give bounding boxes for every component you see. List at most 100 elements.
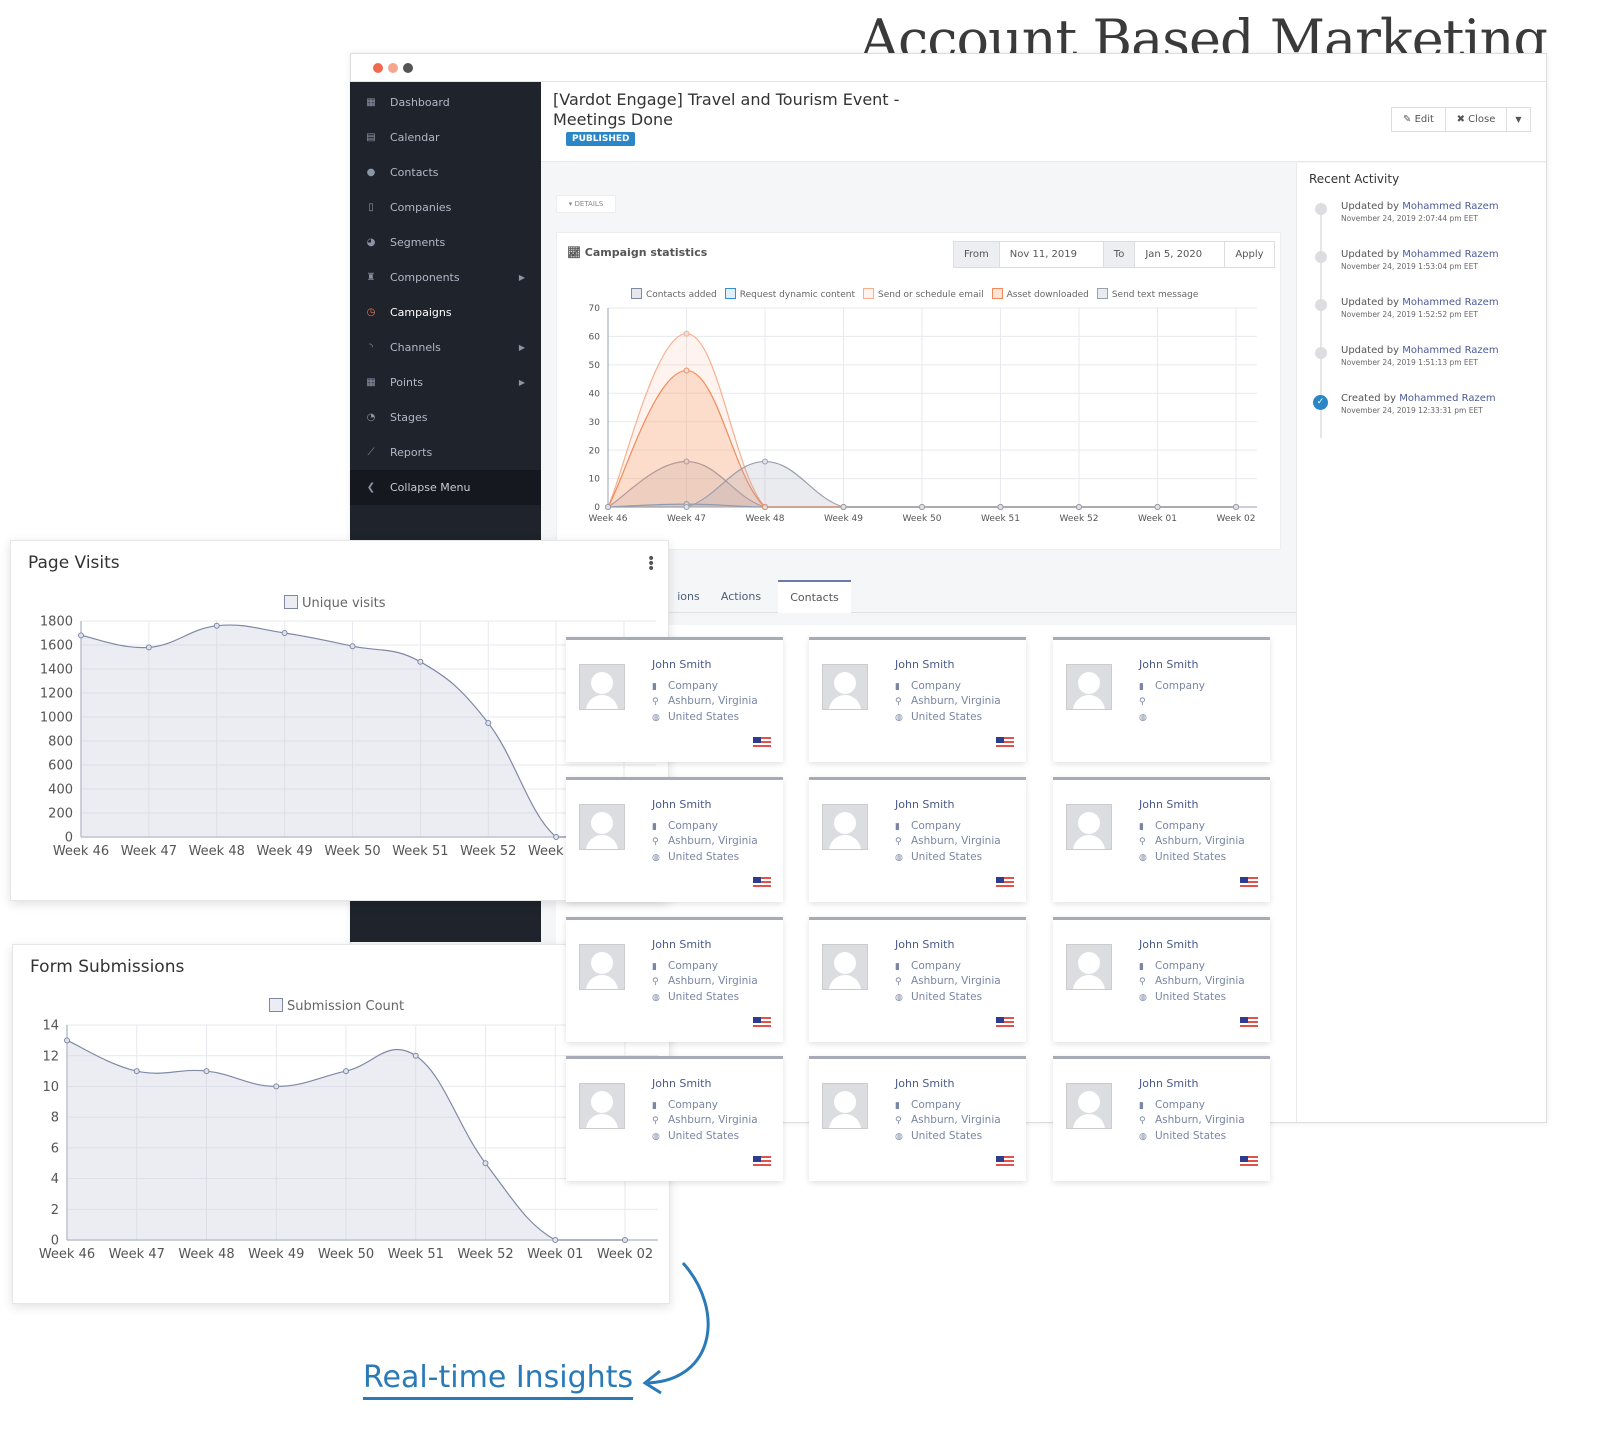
contact-name[interactable]: John Smith (652, 798, 711, 811)
sidebar-item-companies[interactable]: ▯ Companies (350, 190, 541, 225)
collapse-menu-button[interactable]: ❮ Collapse Menu (350, 470, 541, 505)
data-point[interactable] (78, 632, 84, 639)
avatar (579, 804, 625, 850)
contact-country: ◍ United States (895, 711, 983, 723)
sidebar-item-calendar[interactable]: ▤ Calendar (350, 120, 541, 155)
data-point[interactable] (1233, 504, 1239, 510)
data-point[interactable] (762, 458, 768, 465)
contact-name[interactable]: John Smith (895, 1077, 954, 1090)
sidebar-item-components[interactable]: ♜ Components ▶ (350, 260, 541, 295)
activity-user-link[interactable]: Mohammed Razem (1402, 201, 1498, 212)
contact-card[interactable]: John Smith ▮ Company ⚲ Ashburn, Virginia ◍ Uni… (566, 917, 783, 1042)
activity-timestamp: November 24, 2019 1:53:04 pm EET (1341, 262, 1478, 271)
tab-ions[interactable]: ions (666, 580, 711, 613)
sidebar-item-channels[interactable]: ◝ Channels ▶ (350, 330, 541, 365)
contact-card[interactable]: John Smith ▮ Company ⚲ Ashburn, Virginia ◍ Uni… (1053, 917, 1270, 1042)
data-point[interactable] (605, 504, 611, 510)
contact-name[interactable]: John Smith (652, 658, 711, 671)
contact-name[interactable]: John Smith (895, 658, 954, 671)
timeline-dot (1315, 299, 1327, 311)
contact-location: ⚲ Ashburn, Virginia (1139, 835, 1245, 847)
data-point[interactable] (213, 622, 220, 629)
map-marker-icon: ⚲ (652, 1116, 659, 1126)
data-point[interactable] (273, 1083, 280, 1090)
data-point[interactable] (683, 330, 690, 337)
sidebar-item-segments[interactable]: ◕ Segments (350, 225, 541, 260)
data-point[interactable] (203, 1068, 210, 1075)
data-point[interactable] (349, 643, 356, 650)
contact-card[interactable]: John Smith ▮ Company ⚲ Ashburn, Virginia ◍ Uni… (809, 777, 1026, 902)
minimize-dot[interactable] (388, 63, 398, 73)
contact-name[interactable]: John Smith (895, 798, 954, 811)
data-point[interactable] (64, 1037, 70, 1044)
window-titlebar (351, 54, 1546, 82)
contact-card[interactable]: John Smith ▮ Company ⚲ ◍ (1053, 637, 1270, 762)
data-point[interactable] (622, 1237, 628, 1243)
x-tick-label: Week 46 (39, 1247, 95, 1262)
activity-user-link[interactable]: Mohammed Razem (1402, 345, 1498, 356)
data-point[interactable] (281, 630, 288, 636)
details-toggle[interactable]: ▾ DETAILS (556, 195, 616, 213)
us-flag-icon (1240, 1156, 1258, 1168)
data-point[interactable] (485, 720, 492, 726)
data-point[interactable] (1076, 504, 1082, 510)
data-point[interactable] (919, 504, 925, 510)
contact-name[interactable]: John Smith (1139, 1077, 1198, 1090)
sidebar-item-contacts[interactable]: ● Contacts (350, 155, 541, 190)
contact-name[interactable]: John Smith (1139, 938, 1198, 951)
activity-user-link[interactable]: Mohammed Razem (1402, 297, 1498, 308)
close-dot[interactable] (373, 63, 383, 73)
contact-name[interactable]: John Smith (895, 938, 954, 951)
close-button[interactable]: ✖ Close (1445, 107, 1507, 132)
tab-contacts[interactable]: Contacts (778, 580, 851, 613)
contact-card[interactable]: John Smith ▮ Company ⚲ Ashburn, Virginia ◍ Uni… (566, 777, 783, 902)
contact-card[interactable]: John Smith ▮ Company ⚲ Ashburn, Virginia ◍ Uni… (809, 917, 1026, 1042)
x-tick-label: Week 52 (457, 1247, 513, 1262)
building-icon: ▯ (368, 202, 374, 213)
data-point[interactable] (553, 834, 560, 840)
data-point[interactable] (133, 1068, 140, 1075)
contact-card[interactable]: John Smith ▮ Company ⚲ Ashburn, Virginia ◍ Uni… (809, 1056, 1026, 1181)
contact-location: ⚲ Ashburn, Virginia (652, 1114, 758, 1126)
activity-user-link[interactable]: Mohammed Razem (1399, 393, 1495, 404)
activity-user-link[interactable]: Mohammed Razem (1402, 249, 1498, 260)
tab-actions[interactable]: Actions (711, 580, 771, 613)
us-flag-icon (996, 737, 1014, 749)
data-point[interactable] (145, 644, 152, 651)
map-marker-icon: ⚲ (652, 977, 659, 987)
maximize-dot[interactable] (403, 63, 413, 73)
contact-card[interactable]: John Smith ▮ Company ⚲ Ashburn, Virginia ◍ Uni… (566, 1056, 783, 1181)
more-dropdown-button[interactable]: ▼ (1506, 107, 1531, 132)
contact-card[interactable]: John Smith ▮ Company ⚲ Ashburn, Virginia ◍ Uni… (809, 637, 1026, 762)
contact-name[interactable]: John Smith (652, 1077, 711, 1090)
data-point[interactable] (412, 1052, 419, 1059)
contact-card[interactable]: John Smith ▮ Company ⚲ Ashburn, Virginia ◍ Uni… (1053, 1056, 1270, 1181)
sidebar-item-campaigns[interactable]: ◷ Campaigns (350, 295, 541, 330)
x-tick-label: Week 47 (667, 514, 706, 524)
contact-name[interactable]: John Smith (1139, 658, 1198, 671)
contact-company: ▮ Company (895, 1099, 961, 1111)
contact-name[interactable]: John Smith (1139, 798, 1198, 811)
contact-card[interactable]: John Smith ▮ Company ⚲ Ashburn, Virginia ◍ Uni… (1053, 777, 1270, 902)
data-point[interactable] (343, 1068, 349, 1075)
sidebar-item-points[interactable]: ▦ Points ▶ (350, 365, 541, 400)
edit-button[interactable]: ✎ Edit (1391, 107, 1446, 132)
data-point[interactable] (997, 504, 1004, 510)
sidebar-item-reports[interactable]: ⟋ Reports (350, 435, 541, 470)
y-tick-label: 60 (589, 333, 601, 343)
collapse-menu-label: Collapse Menu (390, 481, 471, 494)
data-point[interactable] (417, 658, 424, 665)
sidebar-item-dashboard[interactable]: ▦ Dashboard (350, 85, 541, 120)
sidebar-item-stages[interactable]: ◔ Stages (350, 400, 541, 435)
y-tick-label: 200 (48, 807, 73, 822)
contact-name[interactable]: John Smith (652, 938, 711, 951)
data-point[interactable] (1154, 504, 1161, 510)
y-tick-label: 40 (589, 389, 601, 399)
contact-card[interactable]: John Smith ▮ Company ⚲ Ashburn, Virginia ◍ Uni… (566, 637, 783, 762)
avatar (822, 1083, 868, 1129)
data-point[interactable] (552, 1237, 559, 1243)
data-point[interactable] (840, 504, 847, 510)
data-point[interactable] (482, 1160, 489, 1167)
data-point[interactable] (683, 367, 690, 374)
data-point[interactable] (683, 504, 690, 510)
